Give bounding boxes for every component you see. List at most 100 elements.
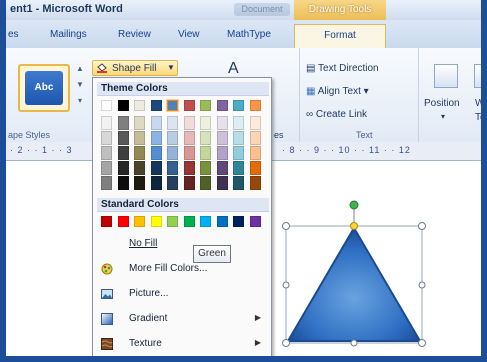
position-icon[interactable] [434, 64, 458, 88]
resize-handle[interactable] [282, 339, 290, 347]
create-link-button[interactable]: ∞ Create Link [306, 109, 367, 120]
styles-scroll-up-icon[interactable]: ▲ [76, 64, 84, 76]
theme-shade-swatch[interactable] [183, 176, 195, 190]
theme-shade-swatch[interactable] [134, 176, 145, 190]
tab-mathtype[interactable]: MathType [227, 29, 271, 40]
triangle-shape[interactable] [276, 195, 436, 355]
theme-color-swatch[interactable] [117, 100, 129, 111]
gradient-item[interactable]: Gradient ▶ [97, 309, 269, 329]
theme-shade-swatch[interactable] [134, 116, 145, 130]
theme-shade-swatch[interactable] [183, 146, 195, 160]
theme-shade-swatch[interactable] [200, 146, 211, 160]
theme-color-swatch[interactable] [150, 100, 162, 111]
theme-shade-swatch[interactable] [101, 131, 112, 145]
theme-color-swatch[interactable] [167, 100, 178, 111]
no-fill-item[interactable]: No Fill [97, 234, 269, 254]
text-direction-button[interactable]: ▤ Text Direction [306, 63, 379, 74]
standard-color-swatch[interactable] [150, 216, 162, 227]
theme-shade-swatch[interactable] [117, 161, 129, 175]
theme-shade-swatch[interactable] [167, 146, 178, 160]
theme-color-swatch[interactable] [183, 100, 195, 111]
theme-color-swatch[interactable] [200, 100, 211, 111]
resize-handle[interactable] [282, 222, 290, 230]
theme-shade-swatch[interactable] [216, 116, 228, 130]
standard-color-swatch[interactable] [183, 216, 195, 227]
styles-scroll-down-icon[interactable]: ▼ [76, 80, 84, 92]
theme-shade-swatch[interactable] [233, 116, 244, 130]
standard-color-swatch[interactable] [117, 216, 129, 227]
theme-shade-swatch[interactable] [233, 161, 244, 175]
theme-shade-swatch[interactable] [150, 116, 162, 130]
standard-color-swatch[interactable] [233, 216, 244, 227]
standard-color-swatch[interactable] [216, 216, 228, 227]
theme-shade-swatch[interactable] [200, 131, 211, 145]
theme-shade-swatch[interactable] [150, 161, 162, 175]
wrap-text-label[interactable]: Wra [475, 98, 481, 109]
theme-color-swatch[interactable] [249, 100, 261, 111]
theme-shade-swatch[interactable] [117, 116, 129, 130]
theme-shade-swatch[interactable] [183, 161, 195, 175]
theme-shade-swatch[interactable] [216, 131, 228, 145]
resize-handle[interactable] [418, 222, 426, 230]
theme-shade-swatch[interactable] [233, 146, 244, 160]
shape-fill-button[interactable]: Shape Fill ▼ [92, 60, 178, 76]
wrap-text-icon[interactable] [474, 64, 481, 88]
position-label[interactable]: Position [424, 98, 460, 109]
standard-color-swatch[interactable] [134, 216, 145, 227]
theme-shade-swatch[interactable] [216, 176, 228, 190]
theme-shade-swatch[interactable] [101, 161, 112, 175]
theme-shade-swatch[interactable] [117, 131, 129, 145]
document-tab[interactable]: Document [234, 3, 290, 16]
tab-format[interactable]: Format [294, 24, 386, 50]
theme-color-swatch[interactable] [134, 100, 145, 111]
theme-shade-swatch[interactable] [233, 176, 244, 190]
texture-item[interactable]: Texture ▶ [97, 334, 269, 354]
theme-shade-swatch[interactable] [117, 146, 129, 160]
theme-shade-swatch[interactable] [101, 176, 112, 190]
theme-shade-swatch[interactable] [167, 176, 178, 190]
styles-more-icon[interactable]: ▾ [76, 96, 84, 108]
theme-shade-swatch[interactable] [134, 161, 145, 175]
theme-shade-swatch[interactable] [233, 131, 244, 145]
standard-color-swatch[interactable] [101, 216, 112, 227]
theme-shade-swatch[interactable] [167, 131, 178, 145]
theme-shade-swatch[interactable] [216, 161, 228, 175]
standard-color-swatch[interactable] [200, 216, 211, 227]
tab-references[interactable]: es [8, 29, 19, 40]
tab-view[interactable]: View [178, 29, 200, 40]
standard-color-swatch[interactable] [167, 216, 178, 227]
theme-shade-swatch[interactable] [101, 146, 112, 160]
theme-shade-swatch[interactable] [216, 146, 228, 160]
theme-shade-swatch[interactable] [200, 161, 211, 175]
theme-shade-swatch[interactable] [134, 146, 145, 160]
theme-shade-swatch[interactable] [249, 146, 261, 160]
picture-item[interactable]: Picture... [97, 284, 269, 304]
standard-color-swatch[interactable] [249, 216, 261, 227]
rotation-handle[interactable] [349, 200, 359, 210]
theme-shade-swatch[interactable] [249, 131, 261, 145]
resize-handle[interactable] [282, 281, 290, 289]
resize-handle[interactable] [350, 339, 358, 347]
tab-mailings[interactable]: Mailings [50, 29, 87, 40]
theme-shade-swatch[interactable] [150, 131, 162, 145]
theme-shade-swatch[interactable] [134, 131, 145, 145]
theme-shade-swatch[interactable] [249, 176, 261, 190]
theme-shade-swatch[interactable] [117, 176, 129, 190]
align-text-button[interactable]: ▦ Align Text ▾ [306, 86, 369, 97]
theme-shade-swatch[interactable] [200, 176, 211, 190]
theme-shade-swatch[interactable] [249, 116, 261, 130]
theme-color-swatch[interactable] [101, 100, 112, 111]
resize-handle[interactable] [418, 281, 426, 289]
theme-shade-swatch[interactable] [183, 116, 195, 130]
tab-review[interactable]: Review [118, 29, 151, 40]
theme-shade-swatch[interactable] [183, 131, 195, 145]
more-fill-colors-item[interactable]: More Fill Colors... [97, 259, 269, 279]
theme-shade-swatch[interactable] [150, 146, 162, 160]
theme-shade-swatch[interactable] [200, 116, 211, 130]
theme-color-swatch[interactable] [233, 100, 244, 111]
adjustment-handle[interactable] [350, 222, 358, 230]
theme-shade-swatch[interactable] [167, 116, 178, 130]
theme-color-swatch[interactable] [216, 100, 228, 111]
theme-shade-swatch[interactable] [167, 161, 178, 175]
theme-shade-swatch[interactable] [150, 176, 162, 190]
